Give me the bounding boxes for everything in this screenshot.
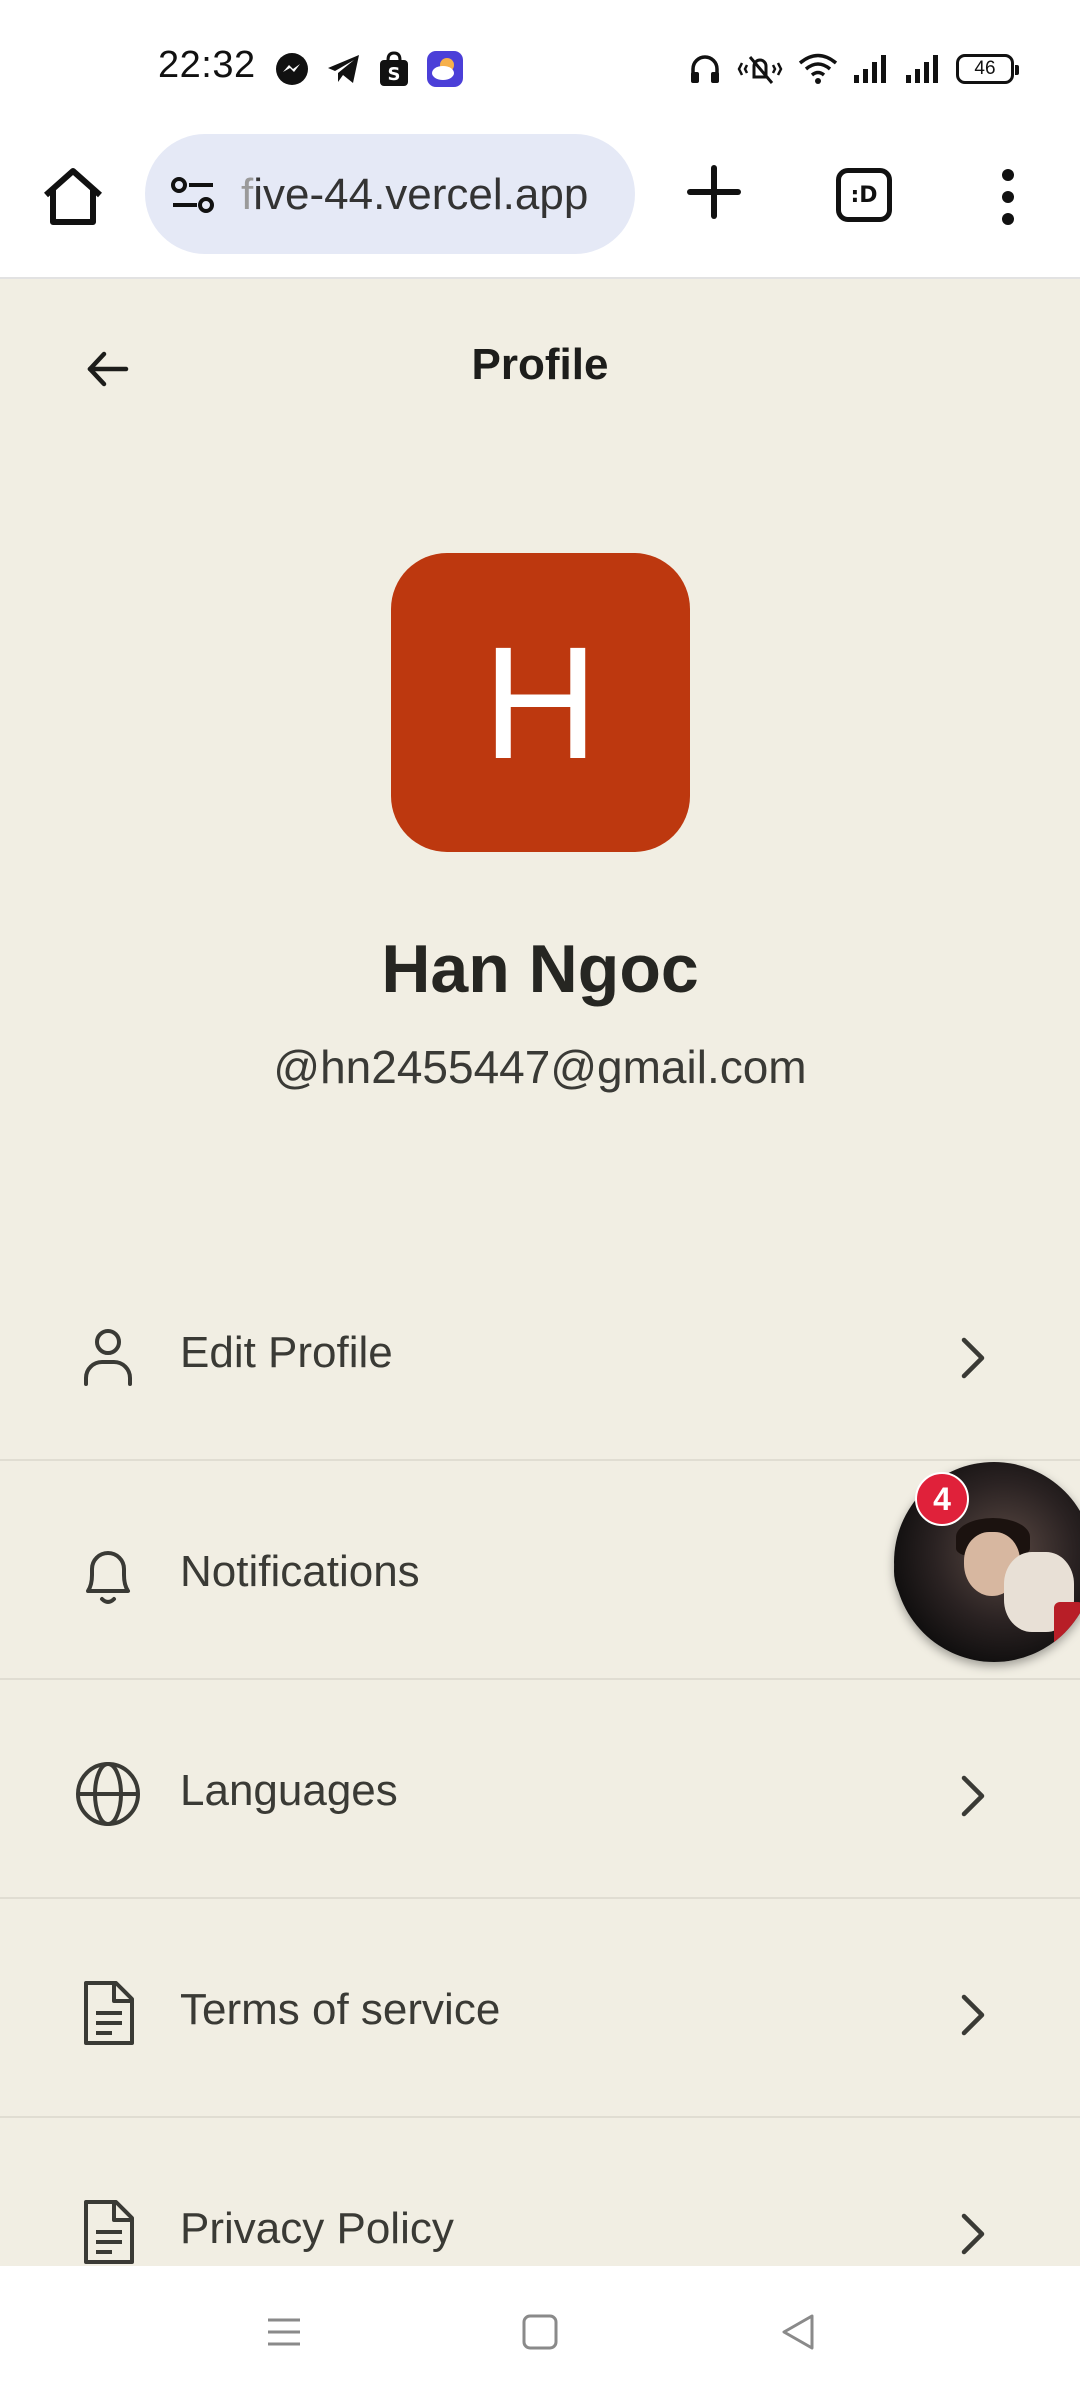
bell-icon (86, 1551, 130, 1604)
signal-icon (906, 55, 938, 83)
menu-item-label: Notifications (180, 1547, 420, 1596)
tab-switcher-button[interactable]: :D (836, 168, 892, 222)
globe-icon (76, 1762, 140, 1826)
menu-item-label: Languages (180, 1766, 398, 1815)
chevron-right-icon (961, 1994, 985, 2036)
system-icons: 46 (688, 48, 1019, 90)
menu-item-label: Terms of service (180, 1985, 501, 2034)
menu-item-label: Privacy Policy (180, 2204, 454, 2253)
chat-head-photo-detail (1054, 1602, 1080, 1650)
notification-icons: S (274, 48, 464, 90)
settings-menu: Edit Profile Notifications Languages Ter… (0, 1242, 1080, 2337)
chevron-right-icon (961, 2213, 985, 2255)
page-title: Profile (471, 340, 609, 389)
system-navigation-bar (0, 2266, 1080, 2400)
menu-item-languages[interactable]: Languages (0, 1680, 1080, 1899)
profile-name: Han Ngoc (381, 931, 699, 1007)
status-bar: 22:32 S 46 (0, 0, 1080, 134)
weather-app-icon (427, 51, 463, 87)
wifi-icon (798, 53, 838, 84)
headphones-icon (691, 55, 719, 83)
shopee-icon: S (380, 51, 408, 86)
avatar: H (391, 553, 690, 852)
status-time: 22:32 (158, 44, 256, 86)
user-icon (84, 1329, 132, 1386)
menu-item-terms-of-service[interactable]: Terms of service (0, 1899, 1080, 2118)
browser-toolbar: five-44.vercel.app :D (0, 134, 1080, 279)
menu-item-edit-profile[interactable]: Edit Profile (0, 1242, 1080, 1461)
home-icon[interactable] (38, 162, 108, 232)
telegram-icon (328, 55, 359, 83)
document-icon (84, 2200, 134, 2264)
more-menu-icon[interactable] (990, 166, 1026, 228)
url-text[interactable]: five-44.vercel.app (241, 170, 621, 220)
unread-count-badge: 4 (915, 1472, 969, 1526)
profile-email: @hn2455447@gmail.com (273, 1041, 807, 1093)
back-nav-icon[interactable] (776, 2310, 820, 2354)
signal-icon (854, 55, 886, 83)
chevron-right-icon (961, 1775, 985, 1817)
svg-text:S: S (388, 64, 401, 85)
menu-item-label: Edit Profile (180, 1328, 393, 1377)
mute-vibrate-icon (737, 56, 783, 84)
battery-indicator: 46 (956, 54, 1019, 84)
messenger-icon (276, 53, 308, 85)
home-nav-icon[interactable] (518, 2310, 562, 2354)
address-bar[interactable]: five-44.vercel.app (145, 134, 635, 254)
site-settings-icon[interactable] (169, 174, 217, 216)
new-tab-icon[interactable] (684, 162, 744, 222)
recent-apps-icon[interactable] (262, 2310, 306, 2354)
document-icon (84, 1981, 134, 2045)
chevron-right-icon (961, 1337, 985, 1379)
